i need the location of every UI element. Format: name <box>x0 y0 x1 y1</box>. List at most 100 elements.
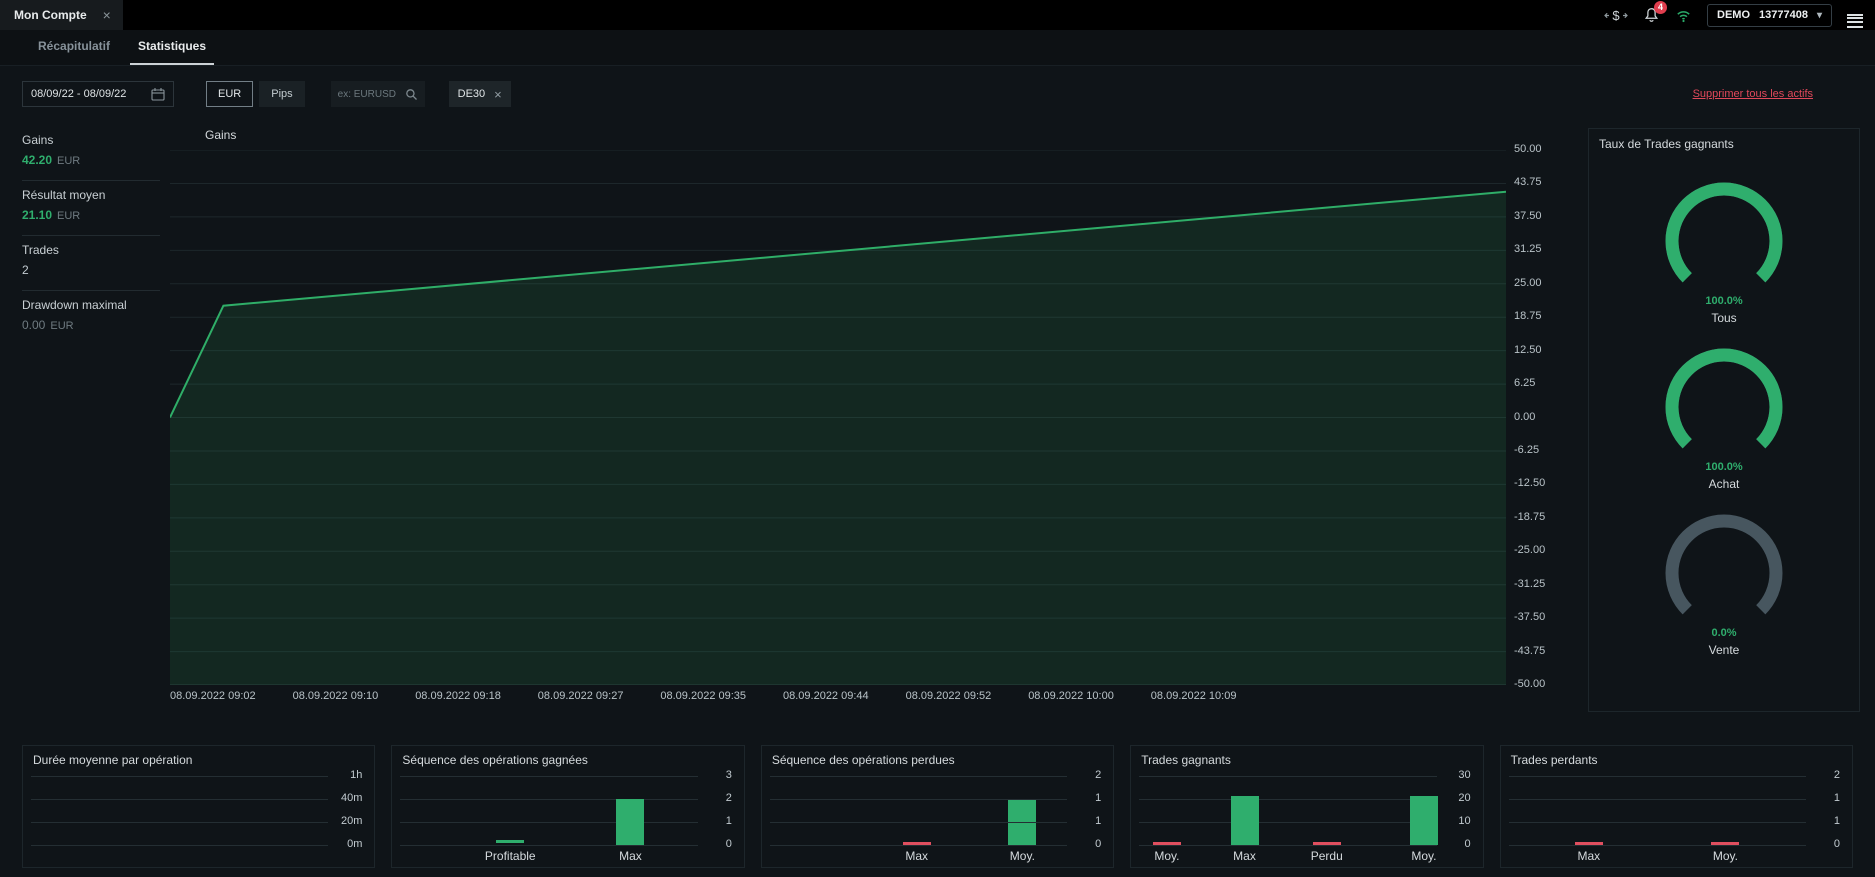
x-axis-tick: 08.09.2022 09:52 <box>906 690 992 702</box>
x-axis-tick: 08.09.2022 09:27 <box>538 690 624 702</box>
tab-recapitulatif[interactable]: Récapitulatif <box>30 30 118 65</box>
connection-wifi-icon <box>1675 8 1692 23</box>
mini-bar <box>616 799 644 845</box>
calendar-icon <box>151 87 165 101</box>
mini-y-tick: 1 <box>726 815 732 827</box>
mini-gridline <box>400 822 697 823</box>
y-axis-tick: 0.00 <box>1514 411 1535 423</box>
stat-label: Drawdown maximal <box>22 298 160 312</box>
mini-gridline <box>1509 776 1806 777</box>
y-axis-tick: -31.25 <box>1514 578 1545 590</box>
mini-gridline <box>770 822 1067 823</box>
y-axis-tick: -12.50 <box>1514 477 1545 489</box>
pips-button[interactable]: Pips <box>259 81 304 107</box>
mini-bar <box>1231 796 1259 845</box>
notifications-bell-icon[interactable]: 4 <box>1643 7 1660 24</box>
gauge-label: Vente <box>1709 643 1740 657</box>
document-tab-mon-compte[interactable]: Mon Compte × <box>0 0 123 30</box>
mini-gridline <box>400 845 697 846</box>
y-axis-tick: 50.00 <box>1514 143 1542 155</box>
stat-item: Trades 2 <box>22 236 160 291</box>
mini-y-tick: 1h <box>350 769 362 781</box>
x-axis-tick: 08.09.2022 09:02 <box>170 690 256 702</box>
mini-chart-title: Séquence des opérations gagnées <box>402 753 587 767</box>
gauge-tous: 100.0% Tous <box>1649 181 1799 325</box>
x-axis-tick: 08.09.2022 09:44 <box>783 690 869 702</box>
mini-y-tick: 3 <box>726 769 732 781</box>
gauge-vente: 0.0%Vente <box>1649 513 1799 657</box>
account-selector[interactable]: DEMO 13777408 ▾ <box>1707 4 1832 27</box>
clear-all-assets-link[interactable]: Supprimer tous les actifs <box>1693 88 1813 100</box>
stat-item: Résultat moyen 21.10EUR <box>22 181 160 236</box>
y-axis-tick: -50.00 <box>1514 678 1545 690</box>
mini-x-label: Max <box>619 849 642 863</box>
menu-hamburger-icon[interactable] <box>1847 12 1863 19</box>
mini-y-tick: 30 <box>1458 769 1470 781</box>
account-type: DEMO <box>1717 9 1750 21</box>
app-root: Mon Compte × $ 4 <box>0 0 1875 877</box>
mini-chart-title: Trades gagnants <box>1141 753 1231 767</box>
mini-gridline <box>31 799 328 800</box>
y-axis-tick: 6.25 <box>1514 377 1535 389</box>
search-icon <box>405 88 418 101</box>
gains-chart-title: Gains <box>205 128 236 142</box>
top-bar: Mon Compte × $ 4 <box>0 0 1875 30</box>
asset-chip-de30[interactable]: DE30 × <box>449 81 511 107</box>
y-axis-tick: -37.50 <box>1514 611 1545 623</box>
y-axis-tick: 18.75 <box>1514 310 1542 322</box>
mini-gridline <box>1139 799 1436 800</box>
chip-close-icon[interactable]: × <box>494 87 502 102</box>
tab-close-icon[interactable]: × <box>103 7 111 23</box>
deposit-money-icon[interactable]: $ <box>1604 8 1628 23</box>
gains-chart-panel: Gains 50.0043.7537.5031.2525.0018.7512.5… <box>170 128 1560 712</box>
stat-item: Gains42.20EUR <box>22 126 160 181</box>
account-number: 13777408 <box>1759 9 1808 21</box>
win-rate-panel: Taux de Trades gagnants 100.0% Tous100.0%… <box>1588 128 1860 712</box>
mini-y-tick: 2 <box>726 792 732 804</box>
gauge-value: 100.0% <box>1705 295 1742 307</box>
mini-chart-title: Séquence des opérations perdues <box>772 753 955 767</box>
mini-y-tick: 1 <box>1834 792 1840 804</box>
mini-gridline <box>770 776 1067 777</box>
symbol-search[interactable] <box>331 81 425 107</box>
gauge-arc <box>1649 513 1799 625</box>
gains-area-chart <box>170 150 1506 685</box>
gauge-label: Tous <box>1711 311 1736 325</box>
date-range-input[interactable]: 08/09/22 - 08/09/22 <box>22 81 174 107</box>
mini-y-tick: 20m <box>341 815 362 827</box>
mini-x-label: Max <box>905 849 928 863</box>
mini-y-tick: 1 <box>1834 815 1840 827</box>
stat-label: Résultat moyen <box>22 188 160 202</box>
stat-value: 2 <box>22 263 160 277</box>
mini-chart-title: Durée moyenne par opération <box>33 753 192 767</box>
mini-gridline <box>31 822 328 823</box>
topbar-right-cluster: $ 4 DEMO 137 <box>1604 4 1875 27</box>
x-axis-tick: 08.09.2022 10:00 <box>1028 690 1114 702</box>
date-range-value: 08/09/22 - 08/09/22 <box>31 88 126 100</box>
x-axis-tick: 08.09.2022 10:09 <box>1151 690 1237 702</box>
gauge-arc <box>1649 181 1799 293</box>
mini-y-tick: 20 <box>1458 792 1470 804</box>
y-axis-tick: 37.50 <box>1514 210 1542 222</box>
mini-gridline <box>400 799 697 800</box>
notification-badge: 4 <box>1654 1 1667 14</box>
tab-statistiques[interactable]: Statistiques <box>130 30 214 65</box>
mini-marker <box>1575 842 1603 845</box>
symbol-search-input[interactable] <box>338 89 405 100</box>
mini-gridline <box>31 776 328 777</box>
mini-y-tick: 40m <box>341 792 362 804</box>
stat-label: Trades <box>22 243 160 257</box>
y-axis-tick: -18.75 <box>1514 511 1545 523</box>
currency-eur-button[interactable]: EUR <box>206 81 253 107</box>
gauge-label: Achat <box>1709 477 1740 491</box>
mini-charts-row: Durée moyenne par opération1h40m20m0mPro… <box>22 745 1853 868</box>
mini-x-label: Max <box>1577 849 1600 863</box>
gains-x-axis: 08.09.2022 09:0208.09.2022 09:1008.09.20… <box>170 690 1506 706</box>
mini-x-label: Max <box>1233 849 1256 863</box>
mini-chart-avg-duration: Durée moyenne par opération1h40m20m0mPro… <box>22 745 375 868</box>
y-axis-tick: 25.00 <box>1514 277 1542 289</box>
stat-value: 21.10EUR <box>22 208 160 222</box>
y-axis-tick: 43.75 <box>1514 176 1542 188</box>
win-rate-panel-title: Taux de Trades gagnants <box>1589 129 1859 159</box>
svg-text:$: $ <box>1612 8 1620 23</box>
